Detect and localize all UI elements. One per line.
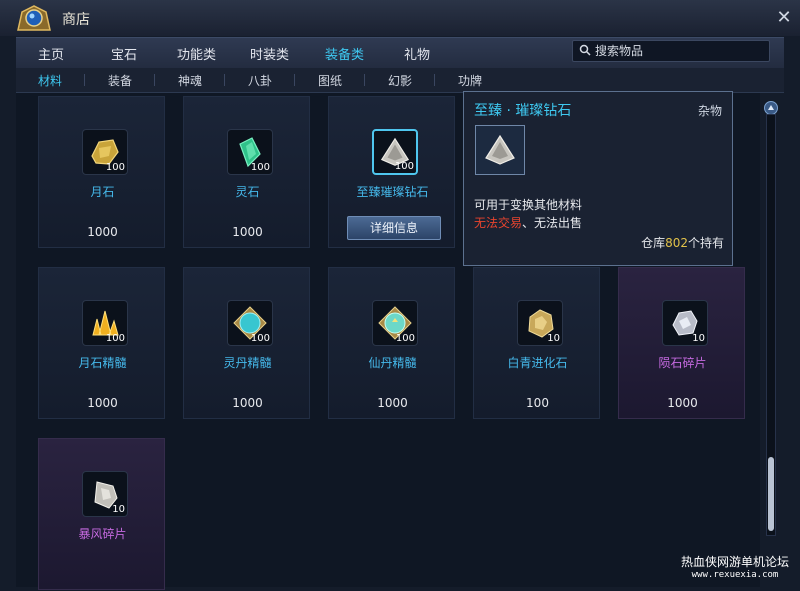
elixir-essence-icon: 100 [227, 300, 273, 346]
tab-fashion[interactable]: 时装类 [250, 44, 289, 63]
subtab-divine-soul[interactable]: 神魂 [178, 72, 202, 89]
search-icon [579, 44, 591, 56]
tooltip-restriction-trade: 无法交易 [474, 216, 523, 230]
tooltip-description: 可用于变换其他材料 [474, 198, 583, 212]
item-name: 暴风碎片 [78, 527, 127, 541]
item-quantity: 100 [105, 333, 125, 344]
evolution-stone-icon: 10 [517, 300, 563, 346]
item-price: 1000 [87, 225, 118, 239]
tab-functional[interactable]: 功能类 [177, 44, 216, 63]
shop-emblem-icon [17, 5, 51, 31]
subnav-divider [154, 74, 155, 86]
item-name: 陨石碎片 [658, 356, 707, 370]
item-price: 1000 [232, 225, 263, 239]
storm-shard-icon: 10 [82, 471, 128, 517]
subnav-divider [364, 74, 365, 86]
item-price: 1000 [87, 396, 118, 410]
item-quantity: 100 [250, 162, 270, 173]
subtab-phantom[interactable]: 幻影 [388, 72, 412, 89]
item-name: 月石 [90, 185, 115, 199]
tooltip-separator: 、 [522, 216, 535, 230]
tab-equipment[interactable]: 装备类 [325, 44, 364, 63]
watermark-text: 热血侠网游单机论坛 [680, 555, 789, 569]
tooltip-diamond-icon [475, 125, 525, 175]
spirit-stone-icon: 100 [227, 129, 273, 175]
item-price: 1000 [667, 396, 698, 410]
subtab-bagua[interactable]: 八卦 [248, 72, 272, 89]
scrollbar[interactable] [766, 114, 776, 536]
subnav-divider [434, 74, 435, 86]
subtab-equipment[interactable]: 装备 [108, 72, 132, 89]
tooltip-stock-prefix: 仓库 [641, 236, 666, 250]
tooltip-stock-count: 802 [665, 236, 688, 250]
item-name: 白青进化石 [507, 356, 568, 370]
tooltip-category: 杂物 [697, 104, 722, 118]
shop-item-card[interactable]: 100 仙丹精髓 1000 [328, 267, 455, 419]
details-button[interactable]: 详细信息 [347, 216, 441, 240]
sub-nav: 材料 装备 神魂 八卦 图纸 幻影 功牌 [16, 68, 784, 93]
item-tooltip: 至臻 · 璀璨钻石 杂物 可用于变换其他材料 无法交易、无法出售 仓库802个持… [463, 91, 733, 266]
window-title: 商店 [62, 12, 90, 28]
item-price: 1000 [232, 396, 263, 410]
shop-item-card[interactable]: 100 月石 1000 [38, 96, 165, 248]
item-price: 1000 [377, 396, 408, 410]
shop-item-card-selected[interactable]: 100 至臻璀璨钻石 详细信息 [328, 96, 455, 248]
tooltip-restrictions: 无法交易、无法出售 [474, 214, 582, 231]
shop-item-card[interactable]: 100 月石精髓 1000 [38, 267, 165, 419]
tooltip-restriction-sell: 无法出售 [534, 216, 583, 230]
subtab-materials[interactable]: 材料 [38, 72, 62, 89]
watermark: 热血侠网游单机论坛 www.rexuexia.com [676, 553, 794, 580]
tab-gems[interactable]: 宝石 [111, 44, 137, 63]
close-button[interactable]: ✕ [774, 8, 794, 28]
watermark-url: www.rexuexia.com [691, 570, 779, 580]
item-quantity: 100 [250, 333, 270, 344]
item-name: 灵丹精髓 [223, 356, 272, 370]
shop-item-card[interactable]: 10 陨石碎片 1000 [618, 267, 745, 419]
item-name: 仙丹精髓 [368, 356, 417, 370]
tooltip-stock-suffix: 个持有 [687, 236, 724, 250]
subtab-blueprints[interactable]: 图纸 [318, 72, 342, 89]
item-quantity: 100 [105, 162, 125, 173]
diamond-icon: 100 [372, 129, 418, 175]
title-bar: 商店 ✕ [0, 0, 800, 36]
subnav-divider [294, 74, 295, 86]
subnav-divider [84, 74, 85, 86]
item-name: 至臻璀璨钻石 [356, 185, 429, 199]
meteorite-shard-icon: 10 [662, 300, 708, 346]
search-box [572, 40, 770, 62]
search-input[interactable] [595, 42, 765, 60]
item-quantity: 100 [394, 161, 414, 172]
shop-item-card[interactable]: 10 暴风碎片 [38, 438, 165, 590]
tooltip-title: 至臻 · 璀璨钻石 [474, 103, 572, 119]
item-quantity: 100 [395, 333, 415, 344]
moonstone-essence-icon: 100 [82, 300, 128, 346]
item-name: 灵石 [235, 185, 260, 199]
close-icon: ✕ [776, 7, 792, 28]
shop-window: 商店 ✕ 主页 宝石 功能类 时装类 装备类 礼物 材料 装备 神魂 八卦 图纸… [0, 0, 800, 591]
tab-home[interactable]: 主页 [38, 44, 64, 63]
item-quantity: 10 [692, 333, 705, 344]
shop-item-card[interactable]: 10 白青进化石 100 [473, 267, 600, 419]
item-price: 100 [526, 396, 549, 410]
scrollbar-thumb[interactable] [768, 457, 774, 531]
shop-item-card[interactable]: 100 灵丹精髓 1000 [183, 267, 310, 419]
subtab-merit-badge[interactable]: 功牌 [458, 72, 482, 89]
moonstone-icon: 100 [82, 129, 128, 175]
immortal-elixir-icon: 100 [372, 300, 418, 346]
item-quantity: 10 [547, 333, 560, 344]
shop-item-card[interactable]: 100 灵石 1000 [183, 96, 310, 248]
item-name: 月石精髓 [78, 356, 127, 370]
item-quantity: 10 [112, 504, 125, 515]
scroll-up-button[interactable] [764, 101, 778, 115]
tab-gifts[interactable]: 礼物 [404, 44, 430, 63]
tooltip-stock: 仓库802个持有 [641, 234, 724, 251]
subnav-divider [224, 74, 225, 86]
